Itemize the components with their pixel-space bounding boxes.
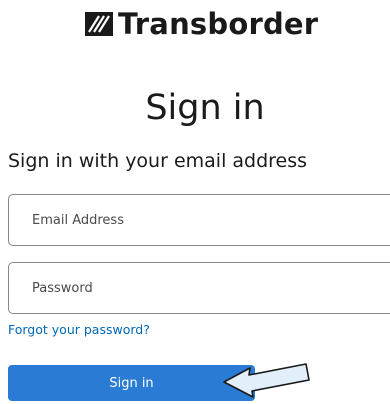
brand-logo: Transborder	[84, 6, 318, 42]
page-subtitle: Sign in with your email address	[8, 150, 308, 172]
password-field[interactable]	[8, 262, 390, 314]
page-title: Sign in	[145, 88, 265, 128]
email-field[interactable]	[8, 194, 390, 246]
slashed-square-logo-icon	[85, 12, 113, 36]
forgot-password-link[interactable]: Forgot your password?	[8, 322, 150, 337]
pointer-arrow-icon	[223, 363, 310, 398]
brand-name: Transborder	[118, 7, 319, 41]
sign-in-button[interactable]: Sign in	[8, 365, 255, 401]
